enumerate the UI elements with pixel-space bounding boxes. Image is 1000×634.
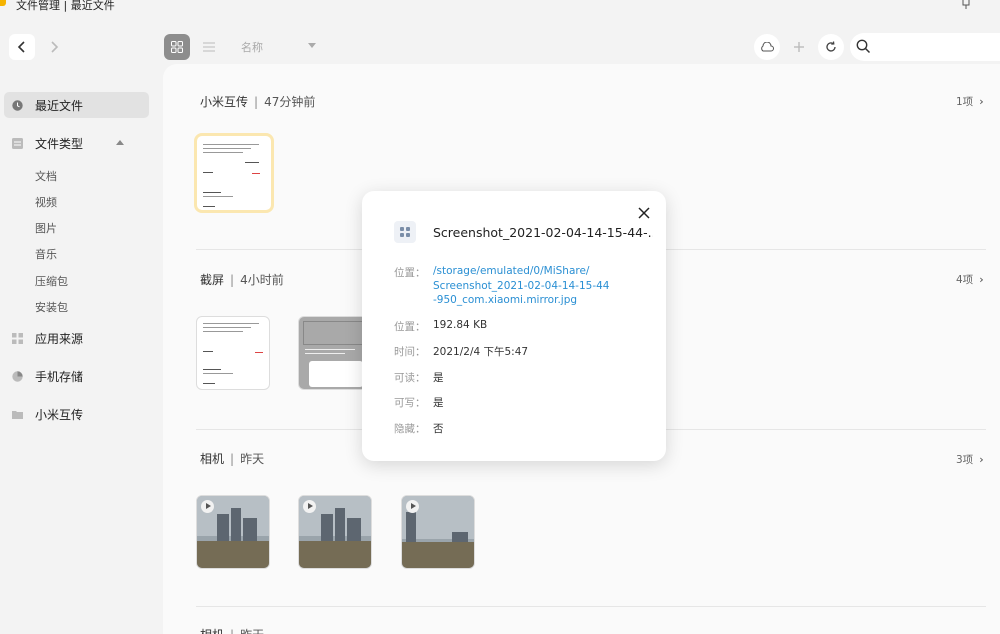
sidebar-sub-item-music[interactable]: 音乐: [35, 246, 57, 262]
window-title: 文件管理 | 最近文件: [16, 0, 115, 12]
cloud-button[interactable]: [754, 34, 780, 60]
section-time: 4小时前: [240, 273, 284, 287]
section-time: 47分钟前: [264, 95, 316, 109]
sidebar-sub-item-videos[interactable]: 视频: [35, 194, 57, 210]
video-thumbnail[interactable]: [298, 495, 372, 569]
cloud-icon: [761, 42, 774, 52]
forward-button[interactable]: [41, 34, 67, 60]
app-logo-icon: [0, 0, 6, 6]
file-types-icon: [12, 138, 23, 149]
section-header-camera: 相机 | 昨天: [200, 452, 265, 466]
search-icon: [856, 39, 871, 54]
play-icon: [201, 500, 214, 513]
time-value: 2021/2/4 下午5:47: [433, 346, 529, 358]
sidebar-item-file-types[interactable]: 文件类型: [4, 130, 149, 156]
readable-value: 是: [433, 372, 444, 384]
readable-label: 可读：: [394, 372, 426, 384]
file-thumbnail[interactable]: [196, 316, 270, 390]
title-bar: 文件管理 | 最近文件: [0, 0, 1000, 12]
sort-dropdown[interactable]: 名称: [232, 34, 324, 60]
section-header-screenshots: 截屏 | 4小时前: [200, 273, 284, 287]
close-icon[interactable]: [636, 205, 652, 221]
file-manager-window: 文件管理 | 最近文件 名称 最近文件 文件类型 文档 视频 图片 音乐 压缩包…: [0, 0, 1000, 634]
section-count: 3项: [956, 454, 974, 466]
apps-icon: [12, 333, 23, 344]
section-count-link[interactable]: 1项 ›: [956, 94, 984, 109]
storage-pie-icon: [12, 371, 23, 382]
section-count: 1项: [956, 96, 974, 108]
file-properties-dialog: Screenshot_2021-02-04-14-15-44-... 位置： /…: [362, 191, 666, 461]
hidden-value: 否: [433, 423, 444, 435]
section-time: 昨天: [240, 452, 265, 466]
section-header-mi-transfer: 小米互传 | 47分钟前: [200, 95, 316, 109]
size-label: 位置：: [394, 321, 426, 333]
file-thumbnail-selected[interactable]: [194, 133, 274, 213]
section-count-link[interactable]: 3项 ›: [956, 452, 984, 467]
section-count: 4项: [956, 274, 974, 286]
pin-icon[interactable]: [960, 0, 972, 10]
hidden-label: 隐藏：: [394, 423, 426, 435]
writable-value: 是: [433, 397, 444, 409]
image-file-icon: [394, 221, 416, 243]
sidebar-sub-item-documents[interactable]: 文档: [35, 168, 57, 184]
collapse-arrow-icon[interactable]: [116, 140, 124, 145]
sidebar-item-label: 手机存储: [35, 370, 84, 384]
new-folder-button[interactable]: [786, 34, 812, 60]
time-label: 时间：: [394, 346, 426, 358]
sidebar-item-phone-storage[interactable]: 手机存储: [4, 363, 149, 389]
location-value[interactable]: /storage/emulated/0/MiShare/ Screenshot_…: [433, 264, 643, 308]
video-thumbnail[interactable]: [401, 495, 475, 569]
sidebar-item-recent[interactable]: 最近文件: [4, 92, 149, 118]
sidebar-sub-item-images[interactable]: 图片: [35, 220, 57, 236]
sidebar-item-mi-transfer[interactable]: 小米互传: [4, 401, 149, 427]
grid-icon: [171, 41, 183, 53]
search-field[interactable]: [850, 33, 1000, 61]
section-divider: [196, 606, 986, 607]
section-count-link[interactable]: 4项 ›: [956, 272, 984, 287]
file-name: Screenshot_2021-02-04-14-15-44-...: [433, 225, 653, 240]
section-name: 截屏: [200, 273, 225, 287]
location-label: 位置：: [394, 267, 426, 279]
section-name: 相机: [200, 628, 224, 634]
sort-label: 名称: [241, 41, 263, 54]
sidebar-item-label: 文件类型: [35, 137, 84, 151]
sidebar-sub-item-archives[interactable]: 压缩包: [35, 273, 68, 289]
size-value: 192.84 KB: [433, 319, 488, 331]
section-name: 小米互传: [200, 95, 249, 109]
section-time: 昨天: [240, 628, 264, 634]
chevron-left-icon: [17, 41, 25, 53]
sidebar-sub-item-apks[interactable]: 安装包: [35, 299, 68, 315]
list-view-button[interactable]: [196, 34, 222, 60]
sidebar-item-label: 最近文件: [35, 99, 84, 113]
file-thumbnail[interactable]: [298, 316, 372, 390]
sidebar-item-app-source[interactable]: 应用来源: [4, 325, 149, 351]
back-button[interactable]: [9, 34, 35, 60]
chevron-right-icon: ›: [979, 95, 984, 108]
section-name: 相机: [200, 452, 225, 466]
clock-icon: [12, 100, 23, 111]
chevron-right-icon: ›: [979, 273, 984, 286]
caret-down-icon: [308, 43, 316, 48]
video-thumbnail[interactable]: [196, 495, 270, 569]
refresh-button[interactable]: [818, 34, 844, 60]
refresh-icon: [826, 41, 836, 52]
list-icon: [203, 42, 215, 52]
play-icon: [406, 500, 419, 513]
play-icon: [303, 500, 316, 513]
sidebar-item-label: 小米互传: [35, 408, 84, 422]
sidebar: 最近文件 文件类型 文档 视频 图片 音乐 压缩包 安装包 应用来源 手机存储 …: [0, 80, 163, 634]
grid-view-button[interactable]: [164, 34, 190, 60]
section-header-camera-2: 相机|昨天: [200, 626, 264, 634]
sidebar-item-label: 应用来源: [35, 332, 84, 346]
folder-icon: [12, 411, 23, 419]
writable-label: 可写：: [394, 397, 426, 409]
chevron-right-icon: [51, 41, 59, 53]
chevron-right-icon: ›: [979, 453, 984, 466]
plus-icon: [794, 42, 804, 52]
